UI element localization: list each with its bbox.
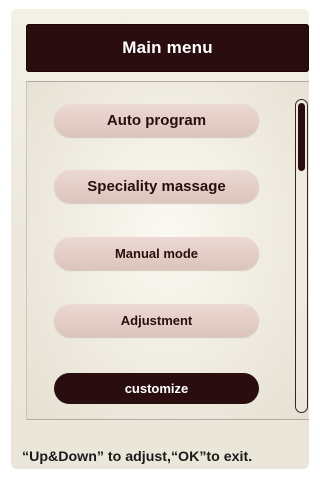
menu-scrollbar-thumb[interactable] bbox=[298, 103, 305, 171]
menu-item-customize[interactable]: customize bbox=[54, 373, 259, 404]
menu-item-speciality-massage[interactable]: Speciality massage bbox=[54, 170, 259, 203]
menu-item-adjustment[interactable]: Adjustment bbox=[54, 304, 259, 337]
menu-scrollbar[interactable] bbox=[295, 99, 308, 413]
menu-item-auto-program[interactable]: Auto program bbox=[54, 104, 259, 137]
page-title: Main menu bbox=[26, 24, 309, 72]
main-menu-list: Auto program Speciality massage Manual m… bbox=[26, 81, 309, 420]
device-screen: Main menu Auto program Speciality massag… bbox=[11, 9, 309, 469]
menu-item-manual-mode[interactable]: Manual mode bbox=[54, 237, 259, 270]
instruction-hint: “Up&Down” to adjust,“OK”to exit. bbox=[22, 449, 253, 465]
